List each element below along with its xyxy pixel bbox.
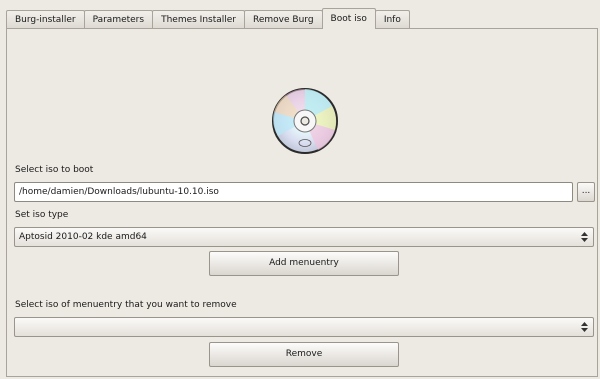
browse-button[interactable]: ...: [577, 182, 595, 202]
tab-themes-installer[interactable]: Themes Installer: [152, 10, 246, 28]
cd-disc-icon: [272, 88, 338, 154]
tab-bar: Burg-installer Parameters Themes Install…: [6, 8, 410, 29]
updown-arrows-icon: [581, 232, 588, 242]
add-menuentry-button[interactable]: Add menuentry: [209, 251, 399, 276]
iso-type-selected-value: Aptosid 2010-02 kde amd64: [19, 232, 147, 242]
remove-button[interactable]: Remove: [209, 342, 399, 367]
tab-parameters[interactable]: Parameters: [83, 10, 154, 28]
iso-path-input[interactable]: /home/damien/Downloads/lubuntu-10.10.iso: [14, 182, 573, 202]
iso-type-label: Set iso type: [15, 210, 69, 220]
remove-iso-label: Select iso of menuentry that you want to…: [15, 300, 237, 310]
iso-type-select[interactable]: Aptosid 2010-02 kde amd64: [14, 227, 594, 247]
tab-info[interactable]: Info: [374, 10, 410, 28]
tab-boot-iso[interactable]: Boot iso: [321, 8, 376, 29]
remove-iso-select[interactable]: [14, 317, 594, 337]
select-iso-label: Select iso to boot: [15, 165, 94, 175]
updown-arrows-icon: [581, 322, 588, 332]
tab-burg-installer[interactable]: Burg-installer: [6, 10, 85, 28]
tab-remove-burg[interactable]: Remove Burg: [244, 10, 323, 28]
